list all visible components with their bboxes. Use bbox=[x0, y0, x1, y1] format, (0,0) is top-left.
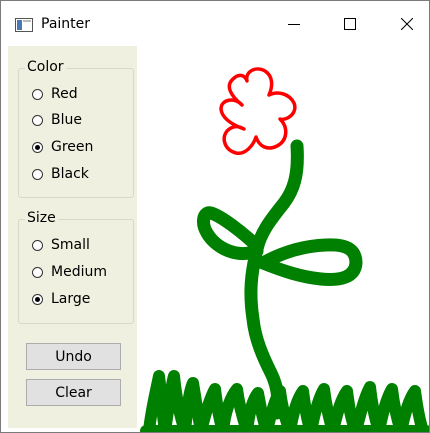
window-title: Painter bbox=[41, 16, 91, 32]
maximize-icon bbox=[344, 17, 356, 30]
color-group: Color Red Blue Green Black bbox=[18, 59, 134, 198]
radio-color-red[interactable]: Red bbox=[32, 84, 78, 104]
radio-button[interactable] bbox=[32, 88, 43, 100]
radio-button[interactable] bbox=[32, 114, 43, 126]
title-bar[interactable]: Painter bbox=[1, 1, 429, 46]
radio-label: Green bbox=[51, 139, 94, 155]
radio-button[interactable] bbox=[32, 293, 43, 305]
green-flower-stroke bbox=[197, 139, 363, 420]
radio-size-small[interactable]: Small bbox=[32, 235, 90, 255]
radio-button[interactable] bbox=[32, 168, 43, 180]
sidebar: Color Red Blue Green Black Size Small Me… bbox=[8, 46, 137, 428]
color-group-legend: Color bbox=[25, 59, 66, 75]
green-grass-stroke bbox=[140, 370, 429, 432]
clear-button[interactable]: Clear bbox=[26, 379, 121, 406]
red-flower-stroke bbox=[219, 67, 297, 156]
minimize-button[interactable] bbox=[271, 1, 317, 46]
radio-label: Large bbox=[51, 291, 91, 307]
close-button[interactable] bbox=[384, 1, 430, 46]
size-group: Size Small Medium Large bbox=[18, 210, 134, 324]
radio-button[interactable] bbox=[32, 266, 43, 278]
close-icon bbox=[401, 17, 413, 30]
radio-color-green[interactable]: Green bbox=[32, 137, 93, 157]
radio-label: Black bbox=[51, 166, 89, 182]
radio-button[interactable] bbox=[32, 239, 43, 251]
radio-color-blue[interactable]: Blue bbox=[32, 110, 82, 130]
radio-label: Red bbox=[51, 86, 78, 102]
app-icon bbox=[15, 18, 33, 32]
drawing-canvas[interactable] bbox=[137, 46, 429, 432]
radio-button[interactable] bbox=[32, 141, 43, 153]
radio-size-large[interactable]: Large bbox=[32, 289, 90, 309]
undo-button[interactable]: Undo bbox=[26, 343, 121, 370]
radio-label: Medium bbox=[51, 264, 107, 280]
radio-color-black[interactable]: Black bbox=[32, 164, 89, 184]
radio-label: Small bbox=[51, 237, 90, 253]
painter-window: Painter Color Red Blue Green Black Size … bbox=[0, 0, 430, 433]
radio-size-medium[interactable]: Medium bbox=[32, 262, 107, 282]
minimize-icon bbox=[288, 23, 300, 25]
size-group-legend: Size bbox=[25, 210, 58, 226]
radio-label: Blue bbox=[51, 112, 82, 128]
maximize-button[interactable] bbox=[327, 1, 373, 46]
